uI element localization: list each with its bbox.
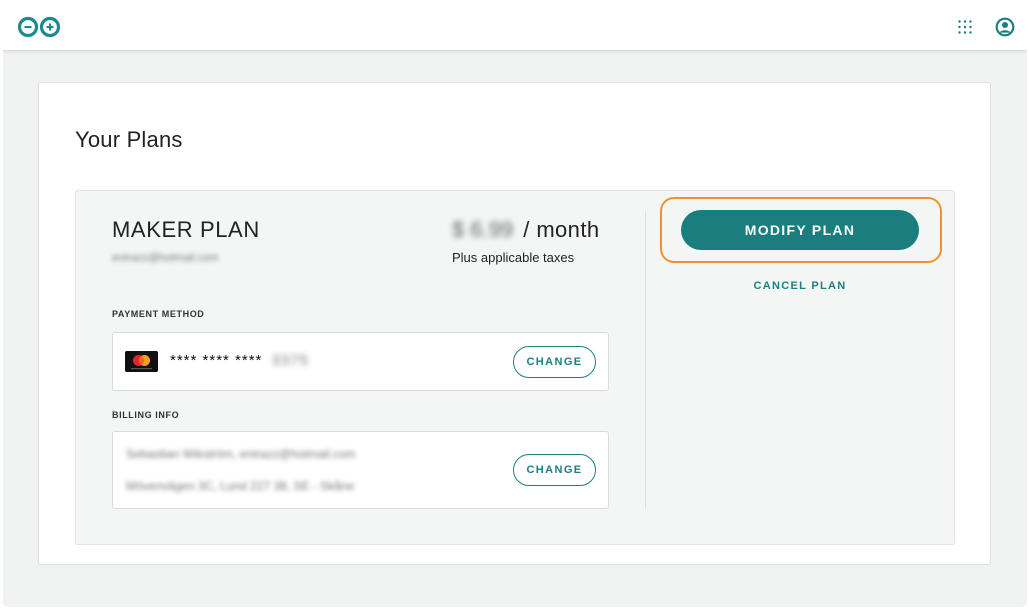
plan-account-email: entrazz@hotmail.com — [112, 252, 219, 264]
billing-name-email: Sebastian Wikström, entrazz@hotmail.com — [126, 447, 356, 461]
price-amount: $ 6.99 — [452, 217, 514, 242]
plan-price: $ 6.99 / month — [452, 217, 599, 243]
top-navigation-bar — [3, 3, 1027, 51]
plan-name: MAKER PLAN — [112, 217, 260, 242]
price-tax-note: Plus applicable taxes — [452, 250, 575, 265]
card-number: **** **** **** 3375 — [170, 352, 309, 369]
plan-panel: MAKER PLAN entrazz@hotmail.com $ 6.99 / … — [75, 190, 955, 545]
price-period: / month — [523, 217, 600, 242]
cancel-plan-link[interactable]: CANCEL PLAN — [681, 280, 919, 292]
billing-info-label: BILLING INFO — [112, 410, 180, 420]
change-billing-button[interactable]: CHANGE — [513, 454, 596, 486]
mastercard-icon — [125, 351, 158, 372]
plans-card: Your Plans MAKER PLAN entrazz@hotmail.co… — [38, 82, 991, 565]
page-background: Your Plans MAKER PLAN entrazz@hotmail.co… — [3, 3, 1027, 607]
user-account-icon[interactable] — [995, 17, 1015, 37]
payment-method-box: **** **** **** 3375 CHANGE — [112, 332, 609, 391]
change-payment-button[interactable]: CHANGE — [513, 346, 596, 378]
modify-plan-button[interactable]: MODIFY PLAN — [681, 210, 919, 250]
card-masked-digits: **** **** **** — [170, 352, 263, 369]
billing-address: Mövenvägen 3C, Lund 227 38, SE - Skåne — [126, 479, 355, 493]
card-last-four: 3375 — [271, 352, 309, 369]
billing-info-box: Sebastian Wikström, entrazz@hotmail.com … — [112, 431, 609, 509]
page-title: Your Plans — [75, 127, 183, 152]
apps-grid-icon[interactable] — [957, 19, 973, 35]
payment-method-label: PAYMENT METHOD — [112, 309, 205, 319]
vertical-divider — [645, 211, 646, 509]
arduino-logo-icon[interactable] — [17, 16, 61, 38]
